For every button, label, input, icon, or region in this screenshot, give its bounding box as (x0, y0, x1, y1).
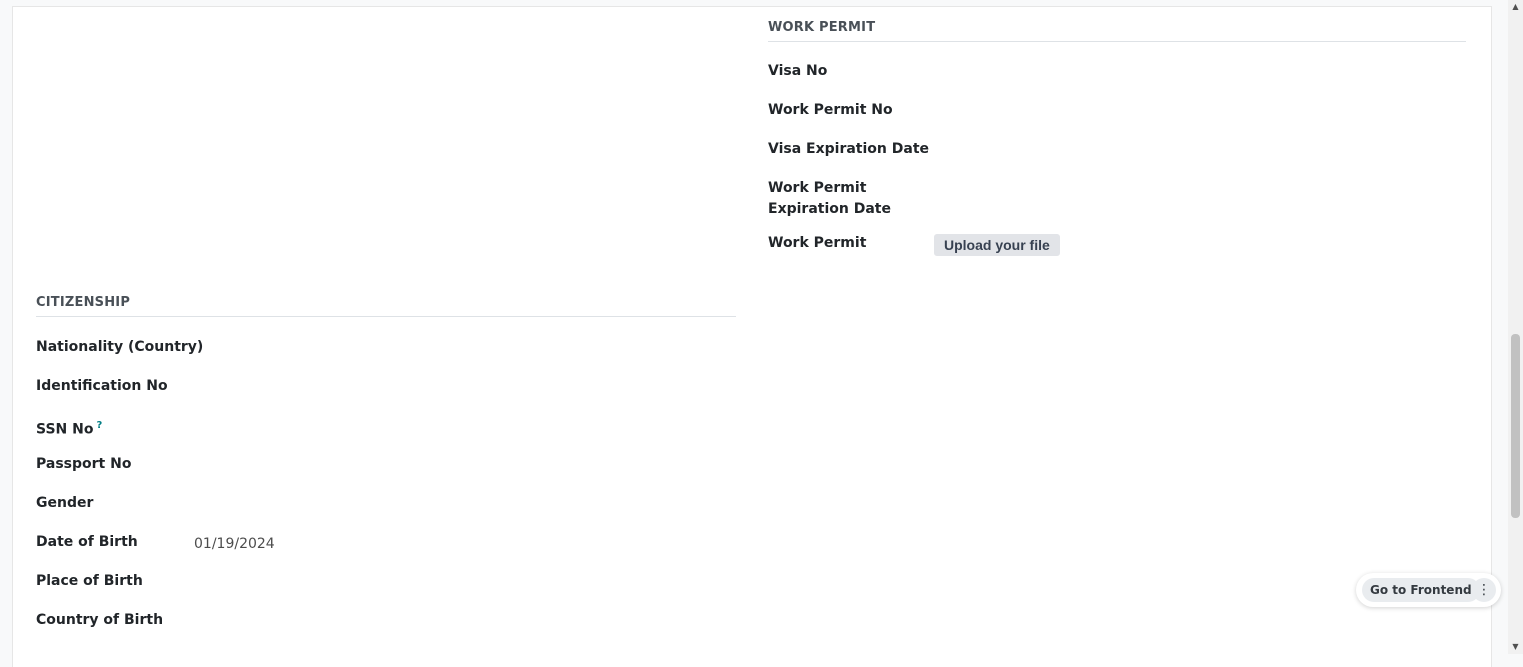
go-to-frontend-button[interactable]: Go to Frontend (1362, 578, 1480, 602)
work-permit-expiration-line1: Work Permit (768, 180, 867, 196)
form-sheet (12, 6, 1492, 667)
date-of-birth-value[interactable]: 01/19/2024 (194, 534, 275, 555)
more-options-icon[interactable]: ⋮ (1472, 578, 1496, 602)
work-permit-section-title: WORK PERMIT (768, 20, 1466, 42)
visa-expiration-date-label: Visa Expiration Date (768, 141, 930, 157)
work-permit-expiration-line2: Expiration Date (768, 201, 891, 217)
help-icon[interactable]: ? (96, 420, 102, 431)
work-permit-label: Work Permit (768, 235, 867, 251)
ssn-no-text: SSN No (36, 421, 94, 438)
work-permit-no-label: Work Permit No (768, 102, 893, 118)
passport-no-label: Passport No (36, 456, 132, 472)
nationality-label: Nationality (Country) (36, 339, 204, 355)
scroll-down-icon[interactable]: ▼ (1511, 642, 1520, 652)
ssn-no-label: SSN No? (36, 415, 102, 441)
visa-no-label: Visa No (768, 63, 828, 79)
work-permit-expiration-label: Work Permit Expiration Date (768, 178, 891, 220)
vertical-scrollbar[interactable]: ▲ ▼ (1508, 0, 1523, 654)
date-of-birth-label: Date of Birth (36, 534, 138, 550)
gender-label: Gender (36, 495, 94, 511)
country-of-birth-label: Country of Birth (36, 612, 164, 628)
floating-action-bar: Go to Frontend ⋮ (1356, 573, 1501, 607)
place-of-birth-label: Place of Birth (36, 573, 143, 589)
citizenship-section-title: CITIZENSHIP (36, 295, 736, 317)
scroll-up-icon[interactable]: ▲ (1511, 2, 1520, 12)
upload-file-button[interactable]: Upload your file (934, 234, 1060, 256)
scroll-thumb[interactable] (1511, 334, 1520, 518)
identification-no-label: Identification No (36, 378, 168, 394)
